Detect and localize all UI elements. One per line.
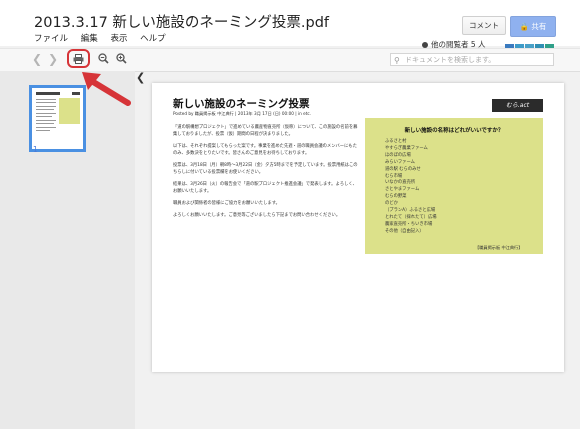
- share-label: 共有: [531, 22, 547, 31]
- paragraph: 以下は、それぞれ提案してもらった案です。事業を進めた先週・道の職員会議のメンバー…: [173, 144, 357, 156]
- share-button[interactable]: 🔒 共有: [510, 16, 556, 37]
- paragraph: 「道の駅構想プロジェクト」で進めている農産物直売所（仮称）について、この施設の名…: [173, 125, 358, 137]
- annotation-arrow-icon: [82, 72, 131, 106]
- pdf-page: 新しい施設のネーミング投票 Posted by 職員掲示板 中江典行 | 201…: [152, 83, 564, 372]
- vote-options-list: ふるさと村 やすらぎ農業ファーム ほのぼの広場 みらいファーム 道の駅 むらのみ…: [385, 139, 437, 236]
- collapse-sidebar-button[interactable]: ❮: [136, 71, 145, 84]
- title-bar: 2013.3.17 新しい施設のネーミング投票.pdf ファイル 編集 表示 ヘ…: [0, 0, 580, 53]
- menu-help[interactable]: ヘルプ: [140, 34, 166, 44]
- brand-logo: むら.act: [492, 99, 543, 112]
- chevron-right-icon[interactable]: ❯: [48, 52, 58, 66]
- list-item: 農家直売所・ちいき市場: [385, 221, 433, 227]
- print-button[interactable]: [67, 49, 90, 68]
- page-meta: Posted by 職員掲示板 中江典行 | 2013年 3月 17日 (日) …: [173, 111, 312, 116]
- vote-footer: 【職員掲示板 中江典行】: [475, 245, 523, 250]
- list-item: その他（自由記入）: [385, 228, 424, 234]
- list-item: とれたて（採れたて）広場: [385, 214, 437, 220]
- document-title[interactable]: 2013.3.17 新しい施設のネーミング投票.pdf: [34, 11, 329, 32]
- document-search-input[interactable]: ⚲ ドキュメントを検索します。: [390, 53, 554, 66]
- vote-box: 新しい施設の名称はどれがいいですか？ ふるさと村 やすらぎ農業ファーム ほのぼの…: [365, 118, 543, 254]
- chevron-left-icon: ❮: [136, 71, 146, 84]
- lock-icon: 🔒: [519, 22, 529, 31]
- page-number: 1: [33, 145, 38, 154]
- list-item: （プランA）ふるさと広場: [385, 208, 436, 214]
- list-item: ふるさと村: [385, 139, 407, 144]
- printer-icon: [73, 54, 84, 64]
- chevron-left-icon[interactable]: ❮: [32, 52, 42, 66]
- paragraph: 職員および関係者の皆様にご協力をお願いいたします。: [173, 201, 280, 206]
- menu-bar: ファイル 編集 表示 ヘルプ: [34, 32, 176, 44]
- paragraph: よろしくお願いいたします。ご意見等ございましたら下記までお問い合わせください。: [173, 213, 341, 218]
- footer-strip: [0, 429, 580, 435]
- list-item: 道の駅 むらのみせ: [385, 166, 421, 172]
- zoom-out-icon[interactable]: [98, 53, 109, 64]
- list-item: ほのぼの広場: [385, 152, 411, 158]
- list-item: みらいファーム: [385, 159, 415, 165]
- list-item: やすらぎ農業ファーム: [385, 145, 428, 151]
- menu-view[interactable]: 表示: [110, 34, 127, 44]
- comment-button[interactable]: コメント: [462, 16, 506, 35]
- document-body: 「道の駅構想プロジェクト」で進めている農産物直売所（仮称）について、この施設の名…: [173, 124, 358, 224]
- menu-edit[interactable]: 編集: [81, 34, 98, 44]
- search-placeholder: ドキュメントを検索します。: [405, 56, 496, 64]
- zoom-in-icon[interactable]: [116, 53, 127, 64]
- paragraph: 結果は、3月26日（火）の報告会で「道の駅プロジェクト推進会議」で発表します。よ…: [173, 182, 357, 194]
- menu-file[interactable]: ファイル: [34, 34, 68, 44]
- vote-heading: 新しい施設の名称はどれがいいですか？: [404, 128, 504, 134]
- thumbnail-preview: [36, 92, 80, 131]
- paragraph: 投票は、3月18日（月）朝8時〜3月22日（金）夕方5時までを予定しています。投…: [173, 163, 358, 175]
- page-heading: 新しい施設のネーミング投票: [173, 98, 310, 110]
- search-icon: ⚲: [394, 56, 400, 65]
